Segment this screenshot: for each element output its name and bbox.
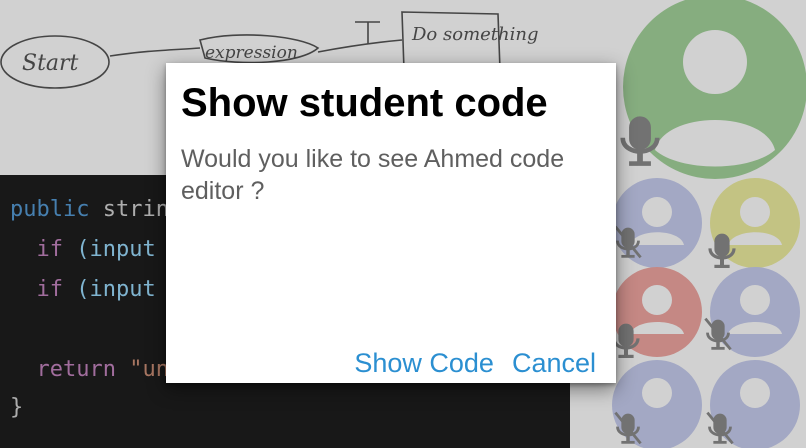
show-code-button[interactable]: Show Code xyxy=(354,348,494,379)
dialog-title: Show student code xyxy=(181,81,548,125)
dialog-actions: Show Code Cancel xyxy=(354,348,596,379)
cancel-button[interactable]: Cancel xyxy=(512,348,596,379)
dialog-message: Would you like to see Ahmed code editor … xyxy=(181,145,565,205)
show-code-dialog: Show student code Would you like to see … xyxy=(166,63,616,383)
